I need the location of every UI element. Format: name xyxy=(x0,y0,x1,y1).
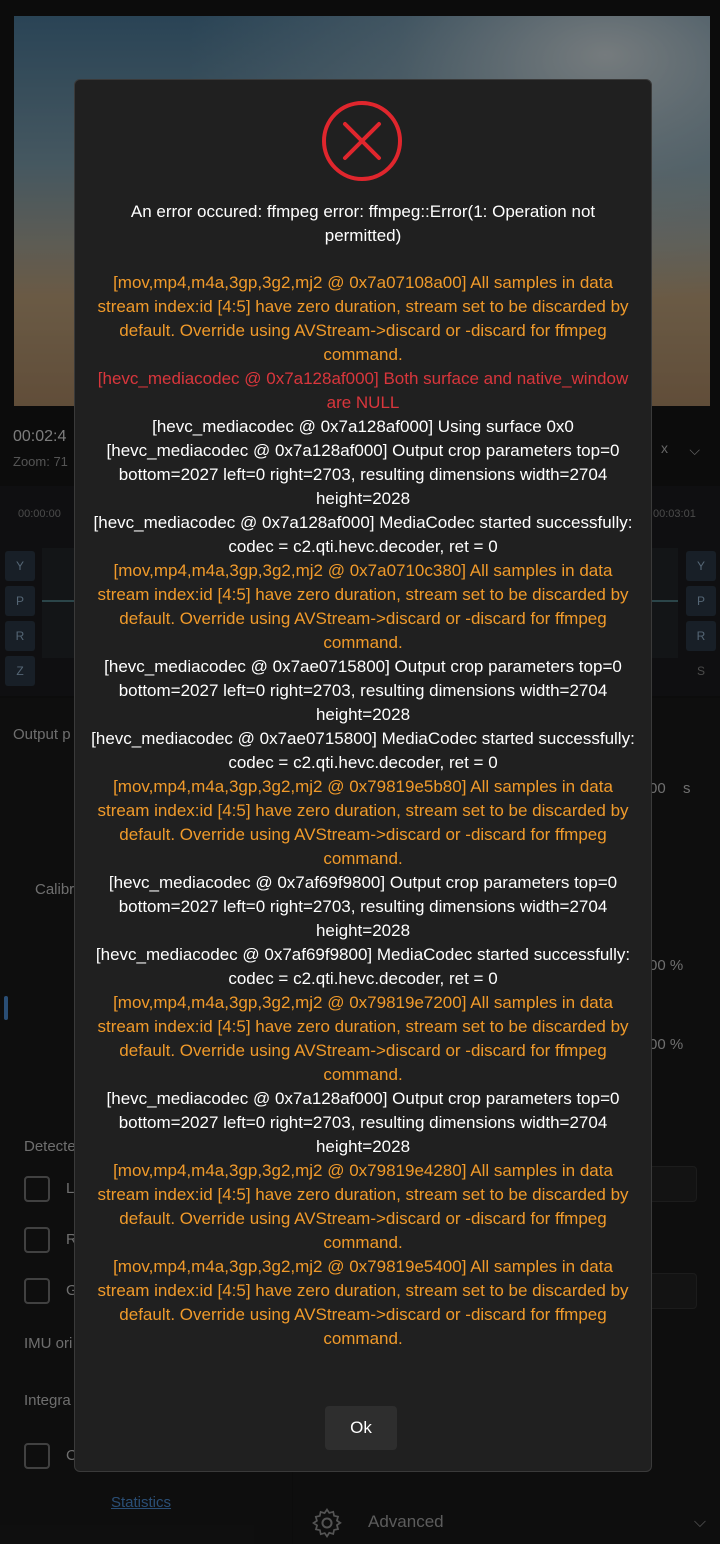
log-line-7: [hevc_mediacodec @ 0x7ae0715800] Output … xyxy=(104,657,622,724)
log-line-6: [mov,mp4,m4a,3gp,3g2,mj2 @ 0x7a0710c380]… xyxy=(97,561,629,652)
log-line-13: [hevc_mediacodec @ 0x7a128af000] Output … xyxy=(106,1089,620,1156)
log-line-5: [hevc_mediacodec @ 0x7a128af000] MediaCo… xyxy=(93,513,633,556)
log-line-1: [mov,mp4,m4a,3gp,3g2,mj2 @ 0x7a07108a00]… xyxy=(97,273,629,364)
error-x-circle-icon xyxy=(322,101,402,181)
log-line-9: [mov,mp4,m4a,3gp,3g2,mj2 @ 0x79819e5b80]… xyxy=(97,777,629,868)
error-log: [mov,mp4,m4a,3gp,3g2,mj2 @ 0x7a07108a00]… xyxy=(89,271,637,1351)
log-line-15: [mov,mp4,m4a,3gp,3g2,mj2 @ 0x79819e5400]… xyxy=(97,1257,629,1348)
ok-button[interactable]: Ok xyxy=(325,1406,397,1450)
log-line-11: [hevc_mediacodec @ 0x7af69f9800] MediaCo… xyxy=(95,945,631,988)
log-line-3: [hevc_mediacodec @ 0x7a128af000] Using s… xyxy=(152,417,574,436)
log-line-10: [hevc_mediacodec @ 0x7af69f9800] Output … xyxy=(108,873,618,940)
error-dialog: An error occured: ffmpeg error: ffmpeg::… xyxy=(74,79,652,1472)
log-line-12: [mov,mp4,m4a,3gp,3g2,mj2 @ 0x79819e7200]… xyxy=(97,993,629,1084)
log-line-4: [hevc_mediacodec @ 0x7a128af000] Output … xyxy=(106,441,620,508)
log-line-8: [hevc_mediacodec @ 0x7ae0715800] MediaCo… xyxy=(91,729,635,772)
dialog-title: An error occured: ffmpeg error: ffmpeg::… xyxy=(130,202,596,245)
log-line-2: [hevc_mediacodec @ 0x7a128af000] Both su… xyxy=(97,369,629,412)
log-line-14: [mov,mp4,m4a,3gp,3g2,mj2 @ 0x79819e4280]… xyxy=(97,1161,629,1252)
